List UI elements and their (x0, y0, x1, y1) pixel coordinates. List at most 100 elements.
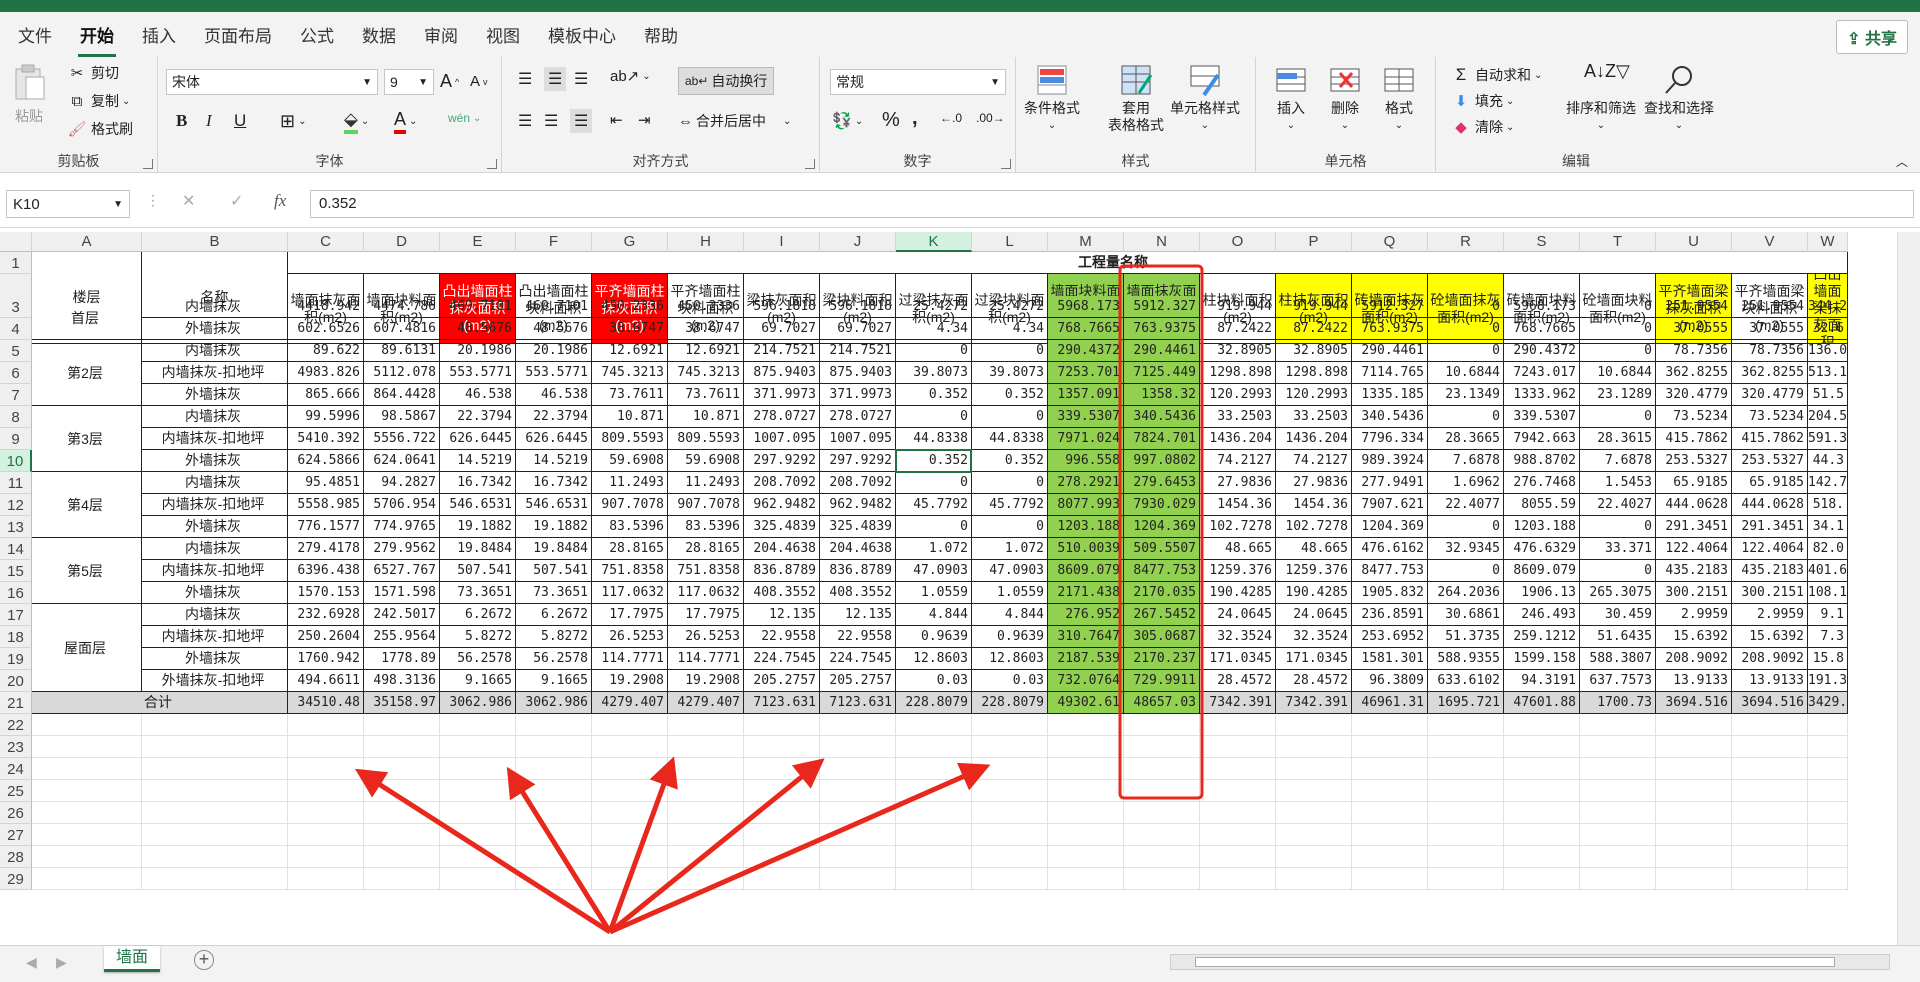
data-cell[interactable]: 0 (1428, 560, 1504, 582)
empty-cell[interactable] (744, 824, 820, 846)
data-cell[interactable]: 22.3794 (516, 406, 592, 428)
data-cell[interactable]: 32.6 (1808, 318, 1848, 340)
data-cell[interactable]: 12.6921 (592, 340, 668, 362)
name-cell[interactable]: 内墙抹灰-扣地坪 (142, 428, 288, 450)
column-header-f[interactable]: F (516, 232, 592, 252)
data-cell[interactable]: 1204.369 (1352, 516, 1428, 538)
data-cell[interactable]: 0 (896, 340, 972, 362)
data-cell[interactable]: 117.0632 (668, 582, 744, 604)
empty-cell[interactable] (668, 758, 744, 780)
data-cell[interactable]: 191.3 (1808, 670, 1848, 692)
column-header-c[interactable]: C (288, 232, 364, 252)
data-cell[interactable]: 305.0687 (1124, 626, 1200, 648)
data-cell[interactable]: 507.541 (440, 560, 516, 582)
empty-cell[interactable] (1048, 736, 1124, 758)
data-cell[interactable]: 16.7342 (516, 472, 592, 494)
data-cell[interactable]: 15.6392 (1732, 626, 1808, 648)
data-cell[interactable]: 5556.722 (364, 428, 440, 450)
data-cell[interactable]: 6396.438 (288, 560, 364, 582)
data-cell[interactable]: 339.5307 (1048, 406, 1124, 428)
table-format-button[interactable]: 套用 表格格式 (1108, 63, 1164, 134)
empty-cell[interactable] (32, 868, 142, 890)
data-cell[interactable]: 102.7278 (1200, 516, 1276, 538)
empty-cell[interactable] (744, 780, 820, 802)
menu-item[interactable]: 帮助 (642, 16, 680, 53)
empty-cell[interactable] (1504, 824, 1580, 846)
format-cells-button[interactable]: 格式 ⌄ (1382, 63, 1416, 134)
empty-cell[interactable] (1808, 736, 1848, 758)
column-header-e[interactable]: E (440, 232, 516, 252)
data-cell[interactable]: 279.6453 (1124, 472, 1200, 494)
font-size-select[interactable]: 9 ▼ (384, 69, 434, 95)
data-cell[interactable]: 190.4285 (1200, 582, 1276, 604)
data-cell[interactable]: 1570.153 (288, 582, 364, 604)
format-painter-button[interactable]: 🖌 格式刷 (66, 119, 133, 139)
empty-cell[interactable] (1656, 824, 1732, 846)
empty-cell[interactable] (32, 714, 142, 736)
menu-item[interactable]: 模板中心 (546, 16, 618, 53)
data-cell[interactable]: 1335.185 (1352, 384, 1428, 406)
column-header-a[interactable]: A (32, 232, 142, 252)
empty-cell[interactable] (896, 780, 972, 802)
data-cell[interactable]: 13.9133 (1732, 670, 1808, 692)
prev-sheet-icon[interactable]: ◀ (26, 954, 37, 971)
empty-cell[interactable] (1048, 780, 1124, 802)
data-cell[interactable]: 276.7468 (1504, 472, 1580, 494)
data-cell[interactable]: 46.538 (516, 384, 592, 406)
data-cell[interactable]: 5968.173 (1504, 296, 1580, 318)
data-cell[interactable]: 20.1986 (440, 340, 516, 362)
data-cell[interactable]: 0 (1428, 516, 1504, 538)
total-cell[interactable]: 47601.88 (1504, 692, 1580, 714)
data-cell[interactable]: 44.8338 (972, 428, 1048, 450)
empty-cell[interactable] (1048, 868, 1124, 890)
empty-cell[interactable] (668, 868, 744, 890)
data-cell[interactable]: 290.4461 (1352, 340, 1428, 362)
empty-cell[interactable] (972, 714, 1048, 736)
data-cell[interactable]: 78.7356 (1656, 340, 1732, 362)
data-cell[interactable]: 596.1818 (744, 296, 820, 318)
align-center-icon[interactable]: ☰ (544, 111, 558, 131)
data-cell[interactable]: 108.1 (1808, 582, 1848, 604)
autosum-button[interactable]: Σ 自动求和 ⌄ (1450, 65, 1543, 85)
row-header-16[interactable]: 16 (0, 582, 32, 604)
data-cell[interactable]: 1358.32 (1124, 384, 1200, 406)
name-cell[interactable]: 内墙抹灰 (142, 296, 288, 318)
data-cell[interactable]: 1436.204 (1276, 428, 1352, 450)
data-cell[interactable]: 59.6908 (592, 450, 668, 472)
data-cell[interactable]: 7824.701 (1124, 428, 1200, 450)
empty-cell[interactable] (142, 714, 288, 736)
data-cell[interactable]: 1436.204 (1200, 428, 1276, 450)
data-cell[interactable]: 1.5453 (1580, 472, 1656, 494)
data-cell[interactable]: 1571.598 (364, 582, 440, 604)
data-cell[interactable]: 69.7027 (744, 318, 820, 340)
data-cell[interactable]: 4418.942 (288, 296, 364, 318)
table-title[interactable]: 工程量名称 (288, 252, 1848, 274)
data-cell[interactable]: 450.2336 (592, 296, 668, 318)
empty-cell[interactable] (1656, 780, 1732, 802)
data-cell[interactable]: 48.5676 (440, 318, 516, 340)
row-header-25[interactable]: 25 (0, 780, 32, 802)
data-cell[interactable]: 251.9554 (1656, 296, 1732, 318)
data-cell[interactable]: 637.7573 (1580, 670, 1656, 692)
data-cell[interactable]: 0.352 (972, 384, 1048, 406)
empty-cell[interactable] (668, 780, 744, 802)
data-cell[interactable]: 320.4779 (1656, 384, 1732, 406)
data-cell[interactable]: 17.7975 (668, 604, 744, 626)
data-cell[interactable]: 919.944 (1200, 296, 1276, 318)
data-cell[interactable]: 255.9564 (364, 626, 440, 648)
data-cell[interactable]: 732.0764 (1048, 670, 1124, 692)
empty-cell[interactable] (1656, 846, 1732, 868)
empty-cell[interactable] (1048, 802, 1124, 824)
data-cell[interactable]: 875.9403 (744, 362, 820, 384)
column-header-m[interactable]: M (1048, 232, 1124, 252)
data-cell[interactable]: 83.5396 (668, 516, 744, 538)
empty-cell[interactable] (820, 868, 896, 890)
data-cell[interactable]: 7.6878 (1580, 450, 1656, 472)
data-cell[interactable]: 435.2183 (1656, 560, 1732, 582)
data-cell[interactable]: 996.558 (1048, 450, 1124, 472)
empty-cell[interactable] (1352, 824, 1428, 846)
alignment-launcher[interactable] (805, 159, 815, 169)
data-cell[interactable]: 47.0903 (896, 560, 972, 582)
empty-cell[interactable] (1504, 714, 1580, 736)
data-cell[interactable]: 290.4372 (1048, 340, 1124, 362)
